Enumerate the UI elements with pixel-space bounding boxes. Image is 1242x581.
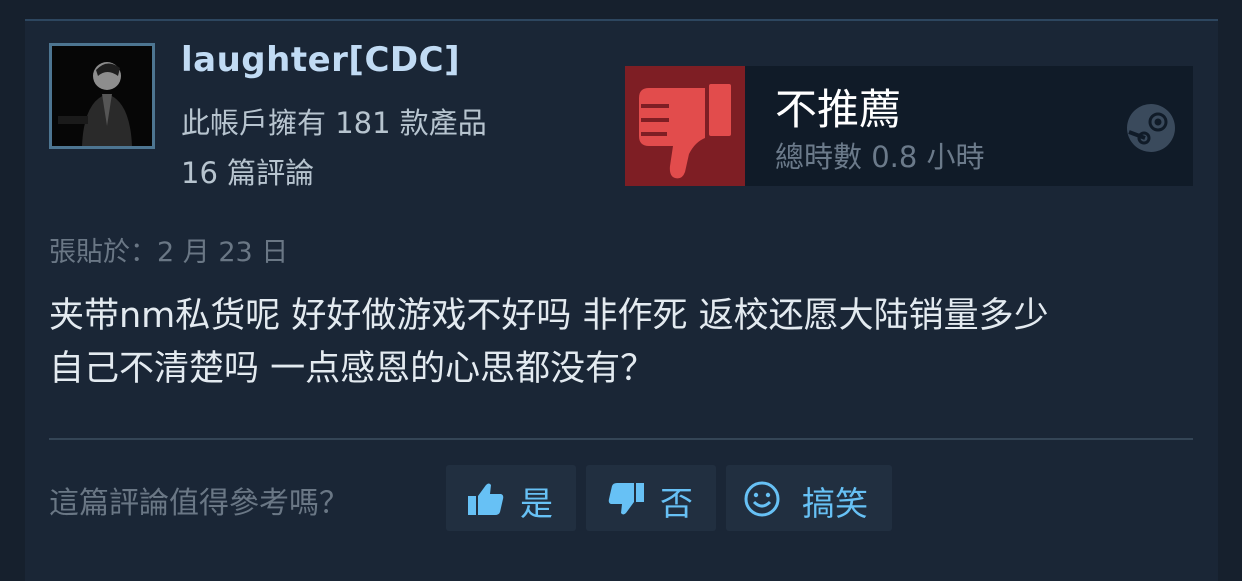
divider [49, 438, 1193, 440]
review-text-line: 自己不清楚吗 一点感恩的心思都没有？ [49, 349, 656, 389]
steam-logo-icon [1127, 104, 1175, 152]
vote-funny-label: 搞笑 [802, 484, 868, 523]
vote-no-button[interactable]: 否 [586, 465, 716, 531]
review-count[interactable]: 16 篇評論 [181, 150, 314, 192]
avatar-image [52, 46, 152, 146]
verdict-banner[interactable]: 不推薦 總時數 0.8 小時 [625, 66, 1193, 186]
review-body: 夹带nm私货呢 好好做游戏不好吗 非作死 返校还愿大陆销量多少 自己不清楚吗 一… [49, 290, 1189, 396]
author-name[interactable]: laughter[CDC] [181, 40, 460, 80]
helpful-question: 這篇評論值得參考嗎？ [49, 486, 349, 521]
playtime-hours: 總時數 0.8 小時 [775, 140, 985, 174]
smiley-icon [744, 481, 780, 517]
review-text-line: 夹带nm私货呢 好好做游戏不好吗 非作死 返校还愿大陆销量多少 [49, 296, 1049, 336]
thumbs-down-icon [639, 84, 731, 179]
games-owned[interactable]: 此帳戶擁有 181 款產品 [181, 100, 487, 142]
vote-no-label: 否 [660, 484, 693, 523]
verdict-label: 不推薦 [775, 85, 902, 134]
vote-yes-label: 是 [520, 484, 553, 523]
thumbs-down-small-icon [608, 483, 644, 515]
avatar[interactable] [49, 43, 155, 149]
thumbs-up-icon [468, 483, 504, 515]
posted-date: 張貼於：2 月 23 日 [49, 237, 289, 268]
verdict-icon-box [625, 66, 745, 186]
vote-yes-button[interactable]: 是 [446, 465, 576, 531]
vote-funny-button[interactable]: 搞笑 [726, 465, 892, 531]
